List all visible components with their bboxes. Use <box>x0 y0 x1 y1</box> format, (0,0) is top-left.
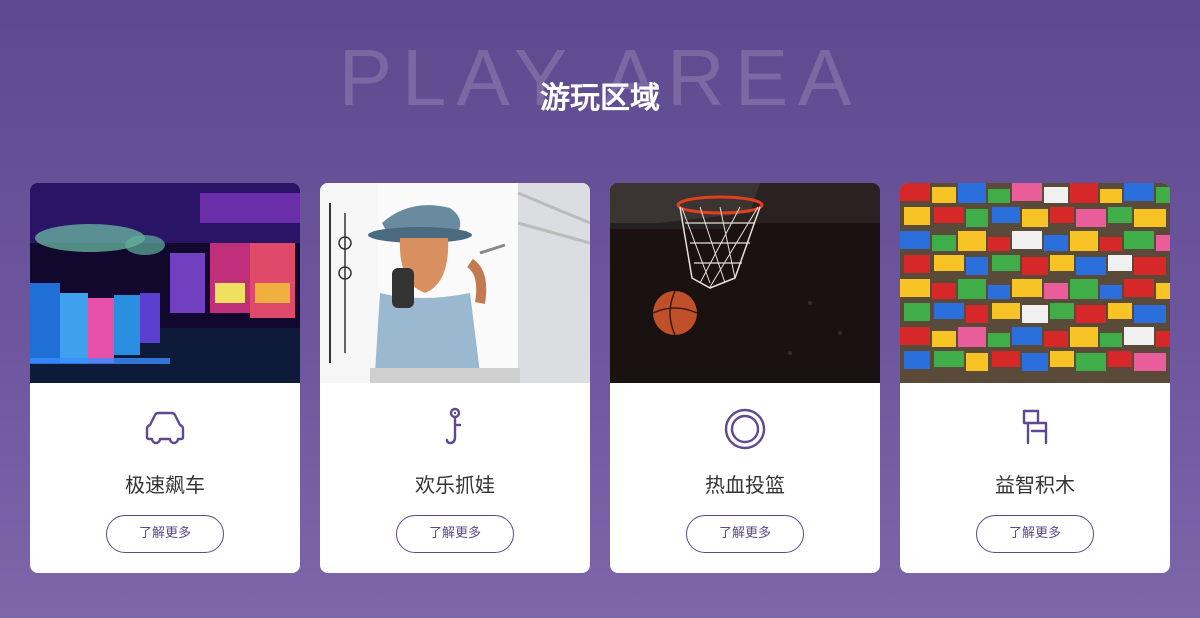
claw-hook-icon <box>320 407 590 451</box>
learn-more-button[interactable]: 了解更多 <box>106 515 224 553</box>
building-block-icon <box>900 407 1170 451</box>
section-header: PLAY AREA 游玩区域 <box>0 0 1200 150</box>
car-icon <box>30 407 300 451</box>
play-card-basketball[interactable]: 热血投篮 了解更多 <box>610 183 880 573</box>
learn-more-button[interactable]: 了解更多 <box>396 515 514 553</box>
section-title: 游玩区域 <box>540 81 660 116</box>
graffiti-man-phone-photo <box>320 183 590 383</box>
learn-more-button[interactable]: 了解更多 <box>686 515 804 553</box>
learn-more-button[interactable]: 了解更多 <box>976 515 1094 553</box>
basketball-net-photo <box>610 183 880 383</box>
play-area-cards: 极速飙车 了解更多 欢乐抓娃 了解更多 热血投篮 了解更多 益智积木 了解更多 <box>30 183 1170 573</box>
play-card-racing[interactable]: 极速飙车 了解更多 <box>30 183 300 573</box>
play-card-claw[interactable]: 欢乐抓娃 了解更多 <box>320 183 590 573</box>
card-title: 益智积木 <box>995 473 1075 497</box>
lego-bricks-photo <box>900 183 1170 383</box>
card-title: 热血投篮 <box>705 473 785 497</box>
card-title: 欢乐抓娃 <box>415 473 495 497</box>
basketball-hoop-icon <box>610 407 880 451</box>
play-card-blocks[interactable]: 益智积木 了解更多 <box>900 183 1170 573</box>
card-title: 极速飙车 <box>125 473 205 497</box>
arcade-game-hall-photo <box>30 183 300 383</box>
